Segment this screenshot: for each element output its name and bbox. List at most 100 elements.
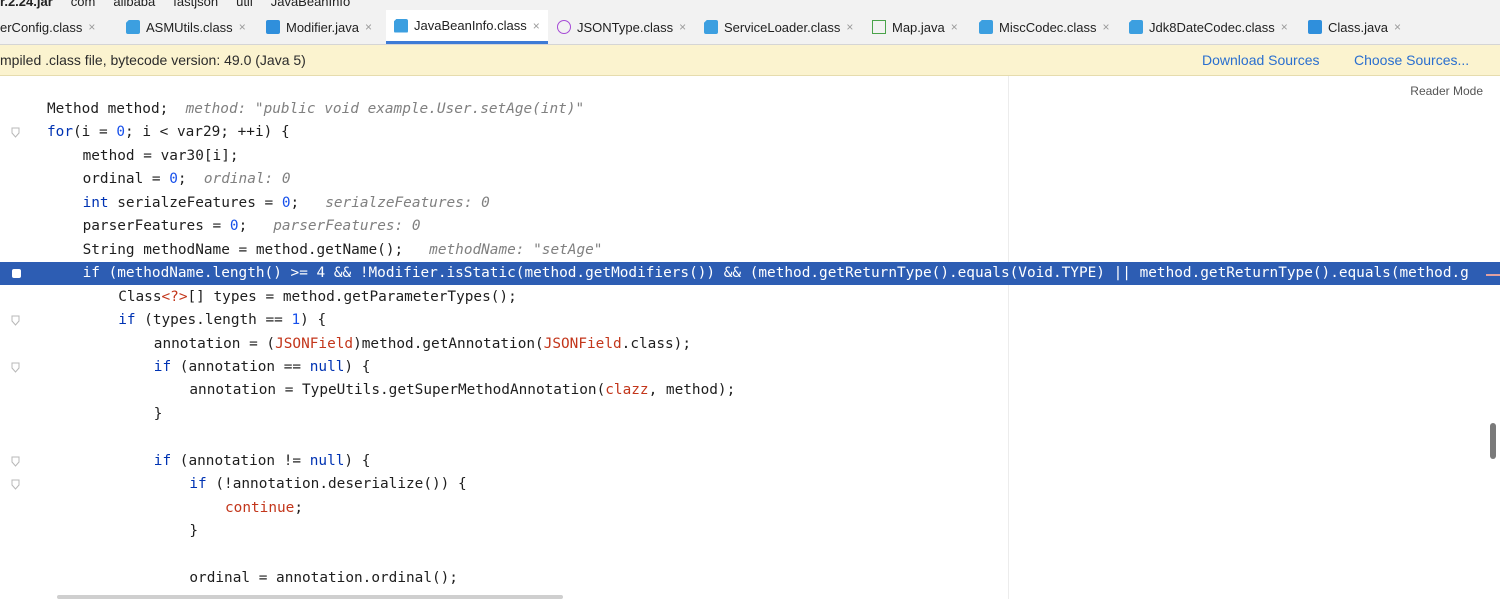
- editor-tab-label: Modifier.java: [286, 19, 359, 35]
- editor-tab[interactable]: Map.java ×: [864, 10, 966, 44]
- code-line[interactable]: if (!annotation.deserialize()) {: [0, 473, 1500, 496]
- code-line[interactable]: method = var30[i];: [0, 145, 1500, 168]
- breadcrumb-item[interactable]: JavaBeanInfo: [271, 0, 351, 9]
- code-text: ordinal = annotation.ordinal();: [189, 567, 458, 590]
- code-token: ;: [238, 218, 265, 235]
- breadcrumb-item[interactable]: fastjson: [173, 0, 218, 9]
- code-line[interactable]: Method method; method: "public void exam…: [0, 98, 1500, 121]
- current-execution-line[interactable]: if (methodName.length() >= 4 && !Modifie…: [0, 262, 1500, 286]
- close-tab-icon[interactable]: ×: [951, 20, 958, 34]
- close-tab-icon[interactable]: ×: [1394, 20, 1401, 34]
- code-line[interactable]: annotation = TypeUtils.getSuperMethodAnn…: [0, 379, 1500, 402]
- editor-tab[interactable]: MiscCodec.class ×: [971, 10, 1118, 44]
- code-line[interactable]: Class<?>[] types = method.getParameterTy…: [0, 286, 1500, 309]
- code-token: for: [47, 124, 73, 141]
- code-text: }: [189, 520, 198, 543]
- close-tab-icon[interactable]: ×: [1281, 20, 1288, 34]
- error-stripe-mark[interactable]: [1486, 274, 1500, 276]
- code-editor[interactable]: Reader Mode Method method; method: "publ…: [0, 76, 1500, 599]
- code-token: ; i < var29; ++i) {: [125, 124, 290, 141]
- editor-tab[interactable]: JSONType.class ×: [549, 10, 694, 44]
- code-line[interactable]: String methodName = method.getName(); me…: [0, 239, 1500, 262]
- code-token: ;: [177, 171, 196, 188]
- code-token: Class: [118, 288, 162, 305]
- code-token: if: [153, 452, 172, 469]
- close-tab-icon[interactable]: ×: [239, 20, 246, 34]
- editor-tab[interactable]: JavaBeanInfo.class ×: [386, 10, 548, 44]
- close-tab-icon[interactable]: ×: [88, 20, 95, 34]
- breadcrumb: r.2.24.jar com alibaba fastjson util JavaBean…: [0, 0, 368, 9]
- code-text: }: [154, 403, 163, 426]
- code-token: methodName: "setAge": [420, 241, 603, 258]
- code-token: if: [118, 312, 136, 329]
- editor-tab[interactable]: ASMUtils.class ×: [118, 10, 254, 44]
- editor-tab-label: Jdk8DateCodec.class: [1149, 19, 1275, 35]
- choose-sources-link[interactable]: Choose Sources...: [1354, 52, 1469, 68]
- code-line[interactable]: [0, 426, 1500, 449]
- execution-point-icon[interactable]: [12, 269, 21, 278]
- vertical-scrollbar-thumb[interactable]: [1490, 423, 1496, 459]
- code-token: }: [153, 405, 163, 422]
- code-line[interactable]: ordinal = annotation.ordinal();: [0, 567, 1500, 590]
- decompiled-notice-text: mpiled .class file, bytecode version: 49…: [0, 52, 306, 68]
- code-token: .class);: [621, 335, 691, 352]
- class-file-icon: [394, 18, 408, 33]
- close-tab-icon[interactable]: ×: [679, 20, 686, 34]
- editor-tab[interactable]: Class.java ×: [1300, 10, 1409, 44]
- code-line[interactable]: if (annotation != null) {: [0, 450, 1500, 473]
- code-line[interactable]: ordinal = 0; ordinal: 0: [0, 168, 1500, 191]
- code-token: ordinal = annotation.ordinal();: [189, 570, 458, 586]
- breadcrumb-item[interactable]: r.2.24.jar: [0, 0, 53, 9]
- editor-tab[interactable]: Modifier.java ×: [258, 10, 380, 44]
- horizontal-scrollbar-thumb[interactable]: [57, 595, 563, 599]
- class-file-icon: [126, 20, 140, 34]
- code-line[interactable]: parserFeatures = 0; parserFeatures: 0: [0, 215, 1500, 238]
- code-text: for(i = 0; i < var29; ++i) {: [47, 121, 290, 144]
- code-line[interactable]: [0, 544, 1500, 567]
- code-line[interactable]: for(i = 0; i < var29; ++i) {: [0, 121, 1500, 144]
- editor-tab-label: JavaBeanInfo.class: [414, 18, 527, 33]
- java-file-icon: [266, 20, 280, 34]
- code-token: ) {: [344, 358, 371, 375]
- editor-tab[interactable]: Jdk8DateCodec.class ×: [1121, 10, 1296, 44]
- code-token: (types.length ==: [135, 312, 292, 329]
- code-token: serialzeFeatures: 0: [316, 194, 490, 211]
- code-token: JSONField: [275, 335, 354, 352]
- reader-mode-button[interactable]: Reader Mode: [1410, 84, 1483, 98]
- close-tab-icon[interactable]: ×: [533, 19, 540, 33]
- class-file-icon: [1129, 20, 1143, 34]
- code-token: method = var30[i];: [82, 147, 239, 164]
- code-line[interactable]: if (annotation == null) {: [0, 356, 1500, 379]
- editor-tab[interactable]: ServiceLoader.class ×: [696, 10, 861, 44]
- code-line[interactable]: continue;: [0, 497, 1500, 520]
- java-file-icon: [1308, 20, 1322, 34]
- code-token: if: [82, 265, 100, 282]
- code-line[interactable]: }: [0, 403, 1500, 426]
- close-tab-icon[interactable]: ×: [846, 20, 853, 34]
- code-token: <?>: [161, 288, 188, 305]
- code-token: int: [82, 194, 109, 211]
- class-file-icon: [979, 20, 993, 34]
- code-line[interactable]: int serialzeFeatures = 0; serialzeFeatur…: [0, 192, 1500, 215]
- code-line[interactable]: if (types.length == 1) {: [0, 309, 1500, 332]
- code-line[interactable]: annotation = (JSONField)method.getAnnota…: [0, 333, 1500, 356]
- code-text: annotation = TypeUtils.getSuperMethodAnn…: [189, 379, 735, 402]
- code-token: serialzeFeatures =: [108, 194, 282, 211]
- close-tab-icon[interactable]: ×: [1103, 20, 1110, 34]
- editor-tab-label: Class.java: [1328, 19, 1388, 35]
- breadcrumb-item[interactable]: util: [236, 0, 253, 9]
- code-text: if (methodName.length() >= 4 && !Modifie…: [83, 262, 1469, 285]
- code-text: if (types.length == 1) {: [118, 309, 326, 332]
- editor-tab[interactable]: erConfig.class ×: [0, 10, 103, 44]
- code-token: ) {: [344, 452, 371, 469]
- code-token: Method method;: [47, 101, 186, 117]
- annotation-file-icon: [557, 20, 571, 34]
- code-line[interactable]: }: [0, 520, 1500, 543]
- close-tab-icon[interactable]: ×: [365, 20, 372, 34]
- download-sources-link[interactable]: Download Sources: [1202, 52, 1320, 68]
- breadcrumb-item[interactable]: alibaba: [113, 0, 155, 9]
- code-text: int serialzeFeatures = 0; serialzeFeatur…: [83, 192, 490, 215]
- code-text: String methodName = method.getName(); me…: [83, 239, 603, 262]
- code-token: 0: [116, 124, 125, 141]
- breadcrumb-item[interactable]: com: [71, 0, 96, 9]
